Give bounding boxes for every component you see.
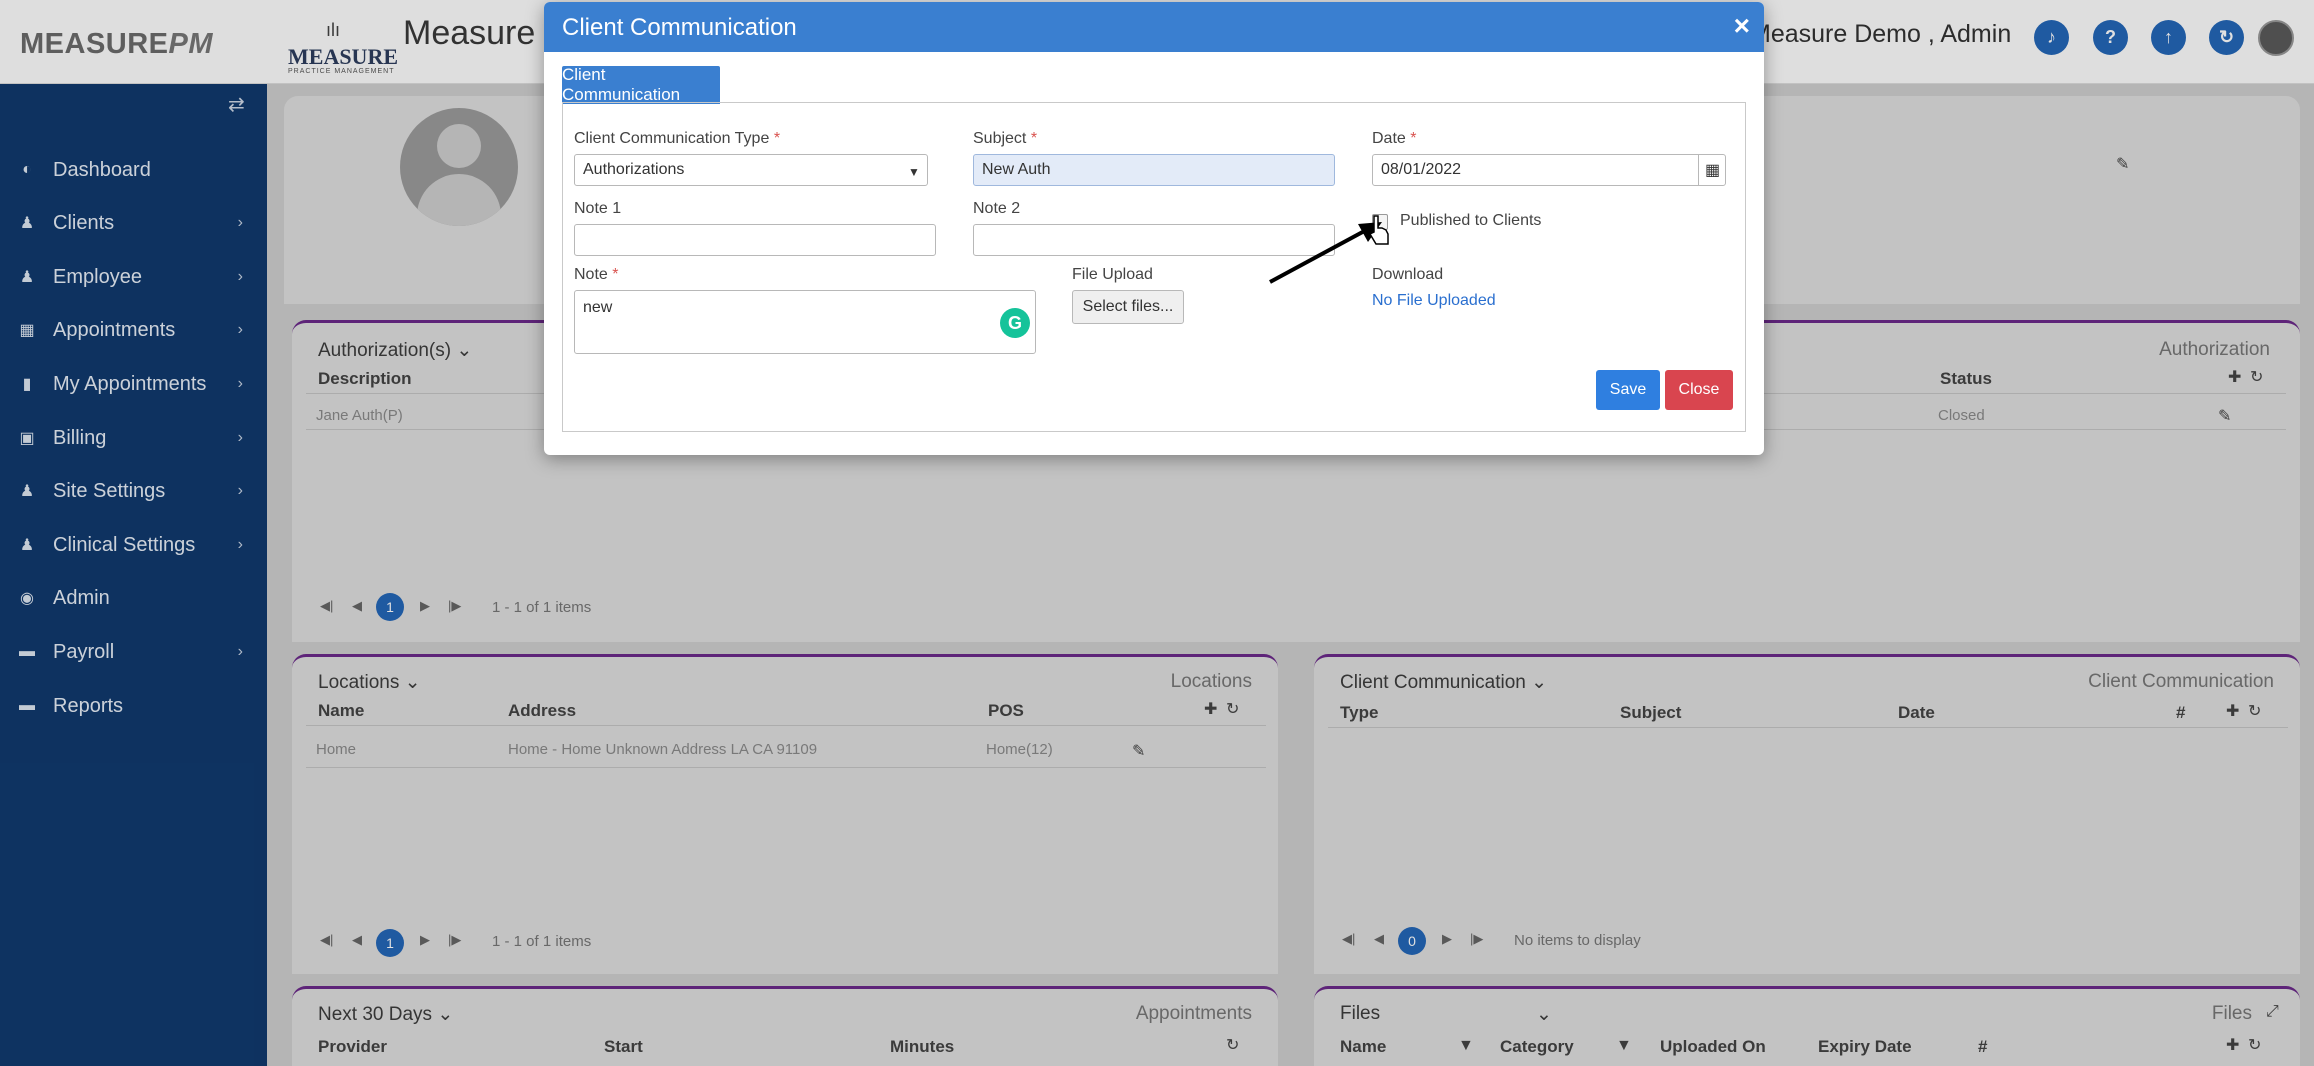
subject-input[interactable]: New Auth (973, 154, 1335, 186)
note1-label: Note 1 (574, 200, 622, 217)
subject-label: Subject * (973, 130, 1038, 147)
date-input[interactable]: 08/01/2022 (1372, 154, 1726, 186)
file-upload-label: File Upload (1072, 266, 1153, 283)
tab-client-communication[interactable]: Client Communication (562, 65, 720, 104)
modal-title: Client Communication (562, 14, 797, 41)
grammarly-icon[interactable]: G (1000, 308, 1030, 338)
published-label: Published to Clients (1400, 212, 1542, 229)
select-files-button[interactable]: Select files... (1072, 290, 1184, 324)
close-button[interactable]: Close (1665, 370, 1733, 410)
caret-down-icon: ▼ (908, 165, 920, 179)
calendar-icon[interactable]: ▦ (1698, 154, 1726, 186)
client-communication-modal: Client Communication × Client Communicat… (544, 2, 1764, 455)
modal-form (562, 102, 1746, 432)
type-label: Client Communication Type * (574, 130, 781, 147)
note2-label: Note 2 (973, 200, 1021, 217)
note1-input[interactable] (574, 224, 936, 256)
download-link[interactable]: No File Uploaded (1372, 292, 1496, 310)
note-label: Note * (574, 266, 619, 283)
note-textarea[interactable]: new (574, 290, 1036, 354)
communication-type-select[interactable]: Authorizations (574, 154, 928, 186)
close-icon[interactable]: × (1734, 10, 1750, 42)
save-button[interactable]: Save (1596, 370, 1660, 410)
hand-cursor-icon (1368, 215, 1389, 245)
modal-header: Client Communication × (544, 2, 1764, 52)
date-label: Date * (1372, 130, 1417, 147)
